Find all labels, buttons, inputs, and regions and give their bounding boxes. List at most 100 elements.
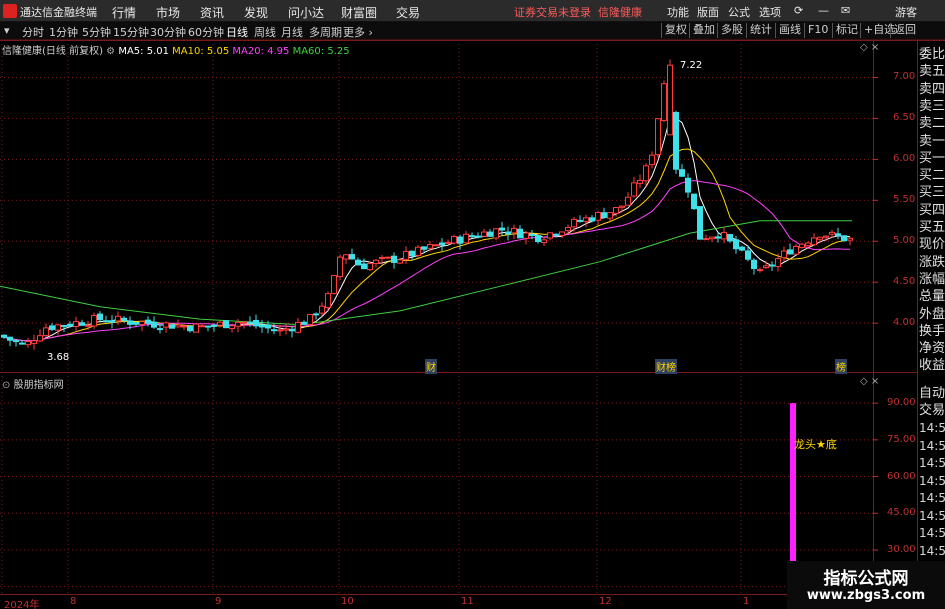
candle-body <box>163 322 169 328</box>
watermark-title: 指标公式网 <box>823 569 909 589</box>
candle-body <box>577 219 583 222</box>
candle-body <box>265 324 271 329</box>
rank-marker[interactable]: 榜 <box>835 359 847 374</box>
candle-body <box>97 313 103 321</box>
finance-marker[interactable]: 财 <box>425 359 437 374</box>
sub-legend: ⊙ 股朋指标网 <box>2 376 64 391</box>
ma10-label: MA10: 5.05 <box>172 46 230 57</box>
chart-settings-icon[interactable]: ⚙ <box>106 46 115 57</box>
finance-rank-marker[interactable]: 财榜 <box>655 359 677 374</box>
candle-body <box>745 250 751 260</box>
side-label: 卖一 <box>919 133 945 149</box>
date-tick-label: 12 <box>599 596 612 607</box>
candle-body <box>511 227 517 234</box>
candle-body <box>61 324 67 327</box>
side-label: 买四 <box>919 202 945 218</box>
price-tick-label: 5.00 <box>893 235 916 247</box>
candle-body <box>181 325 187 328</box>
side-time-label: 14:56 <box>919 438 945 453</box>
candle-body <box>763 265 769 269</box>
candle-body <box>133 321 139 325</box>
candle-body <box>673 111 679 170</box>
sub-diamond-icon[interactable]: ◇ × <box>860 376 879 387</box>
candle-body <box>493 228 499 239</box>
side-label: 涨幅 <box>919 271 945 287</box>
collapse-diamond-icon[interactable]: ◇ × <box>860 42 879 53</box>
candle-body <box>799 243 805 248</box>
candle-body <box>91 314 97 327</box>
candle-body <box>613 207 619 214</box>
candle-body <box>127 320 133 325</box>
candle-body <box>85 324 91 327</box>
candle-body <box>721 232 727 240</box>
candle-body <box>211 324 217 327</box>
side-label: 委比 <box>919 47 945 62</box>
kline-chart[interactable] <box>0 0 945 609</box>
candle-body <box>37 335 43 342</box>
candle-body <box>805 242 811 247</box>
candle-body <box>367 262 373 271</box>
candle-body <box>439 242 445 246</box>
candle-body <box>79 322 85 326</box>
candle-body <box>607 212 613 219</box>
side-label: 现价 <box>919 237 945 253</box>
candle-body <box>343 254 349 260</box>
candle-body <box>505 231 511 235</box>
indicator-toggle-icon[interactable]: ⊙ <box>2 380 10 391</box>
candle-body <box>361 263 367 270</box>
candle-body <box>583 217 589 222</box>
date-tick-label: 11 <box>461 596 474 607</box>
candle-body <box>205 325 211 328</box>
candle-body <box>547 232 553 239</box>
candle-body <box>13 340 19 343</box>
candle-body <box>373 259 379 264</box>
candle-body <box>421 246 427 250</box>
candle-body <box>703 238 709 241</box>
candle-body <box>277 329 283 332</box>
candle-body <box>295 321 301 333</box>
side-time-label: 14:56 <box>919 543 945 558</box>
candle-body <box>403 251 409 260</box>
candle-body <box>787 249 793 255</box>
candle-body <box>349 254 355 260</box>
ma20-line <box>3 180 851 342</box>
side-label: 卖四 <box>919 81 945 97</box>
candle-body <box>649 154 655 166</box>
candle-body <box>31 340 37 344</box>
price-tick-label: 4.50 <box>893 276 916 288</box>
candle-body <box>841 235 847 242</box>
price-tick-label: 4.00 <box>893 317 916 329</box>
candle-body <box>253 319 259 327</box>
candle-body <box>235 321 241 327</box>
candles <box>1 59 853 350</box>
side-mode-label[interactable]: 交易 <box>919 403 945 418</box>
side-label: 收益 <box>919 358 945 374</box>
candle-body <box>595 212 601 221</box>
side-label: 买二 <box>919 168 945 184</box>
date-tick-label: 2024年 <box>4 600 40 609</box>
candle-body <box>829 231 835 235</box>
candle-body <box>499 227 505 231</box>
candle-body <box>175 324 181 328</box>
candle-body <box>559 231 565 236</box>
candle-body <box>517 228 523 239</box>
side-label: 卖三 <box>919 98 945 114</box>
candle-body <box>121 317 127 321</box>
side-mode-label[interactable]: 自动 <box>919 386 945 401</box>
side-label: 外盘 <box>919 306 945 322</box>
side-time-label: 14:56 <box>919 421 945 435</box>
candle-body <box>19 342 25 345</box>
candle-body <box>157 328 163 331</box>
candle-body <box>247 321 253 324</box>
candle-body <box>661 83 667 121</box>
candle-body <box>187 326 193 332</box>
candle-body <box>685 177 691 193</box>
candle-body <box>193 323 199 333</box>
candle-body <box>241 321 247 324</box>
candle-body <box>325 293 331 309</box>
candle-body <box>169 324 175 329</box>
candle-body <box>433 244 439 247</box>
candle-body <box>307 314 313 325</box>
candle-body <box>391 255 397 263</box>
price-tick-label: 6.00 <box>893 153 916 165</box>
